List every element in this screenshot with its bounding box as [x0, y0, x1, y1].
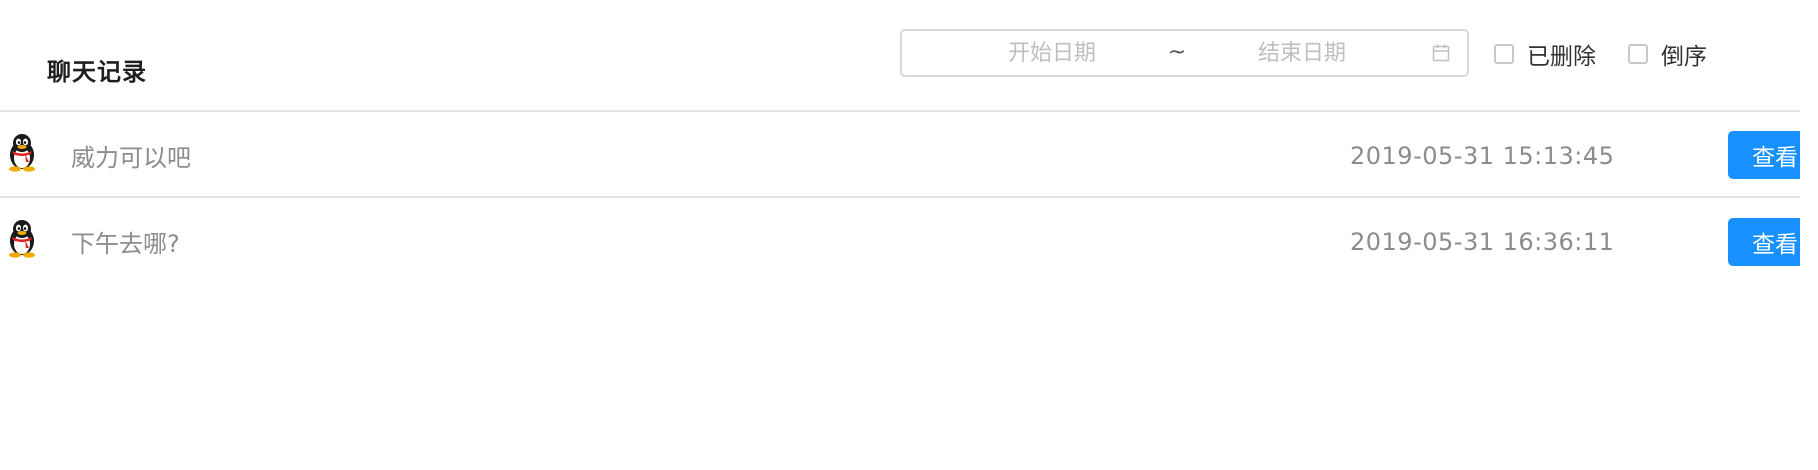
deleted-checkbox-box[interactable]	[1494, 44, 1514, 64]
date-range-picker[interactable]: ~	[900, 29, 1469, 77]
end-date-input[interactable]	[1202, 31, 1402, 75]
view-button[interactable]: 查看	[1728, 131, 1800, 179]
message-text: 威力可以吧	[71, 144, 191, 172]
message-timestamp: 2019-05-31 15:13:45	[1350, 142, 1615, 170]
date-range-separator: ~	[1167, 40, 1187, 65]
start-date-input[interactable]	[952, 31, 1152, 75]
calendar-icon	[1432, 44, 1450, 62]
chat-history-header: 聊天记录 ~ 已删除 倒序	[0, 0, 1800, 112]
qq-penguin-icon	[9, 220, 35, 258]
reverse-order-checkbox[interactable]: 倒序	[1628, 40, 1707, 70]
message-text: 下午去哪?	[71, 230, 180, 258]
reverse-order-checkbox-label: 倒序	[1661, 44, 1707, 70]
qq-penguin-icon	[9, 134, 35, 172]
view-button[interactable]: 查看	[1728, 218, 1800, 266]
deleted-checkbox[interactable]: 已删除	[1494, 40, 1596, 70]
message-timestamp: 2019-05-31 16:36:11	[1350, 228, 1615, 256]
chat-history-panel: 聊天记录 ~ 已删除 倒序	[0, 0, 1800, 470]
page-title: 聊天记录	[47, 58, 147, 86]
reverse-order-checkbox-box[interactable]	[1628, 44, 1648, 64]
deleted-checkbox-label: 已删除	[1527, 44, 1596, 70]
chat-message-row: 威力可以吧 2019-05-31 15:13:45 查看	[0, 112, 1800, 198]
chat-message-row: 下午去哪? 2019-05-31 16:36:11 查看	[0, 198, 1800, 284]
